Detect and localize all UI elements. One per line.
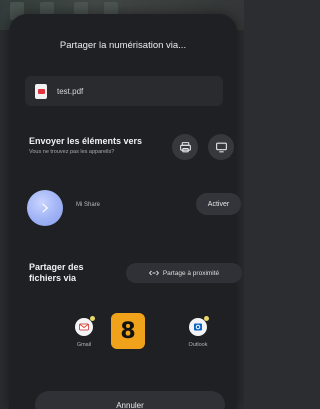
app-label: Outlook bbox=[188, 342, 208, 348]
screen: Partager la numérisation via... test.pdf… bbox=[0, 0, 244, 409]
app-outlook[interactable]: Outlook bbox=[178, 316, 218, 348]
app-label: Gmail bbox=[76, 342, 92, 348]
app-gmail[interactable]: Gmail bbox=[64, 316, 104, 348]
file-preview[interactable]: test.pdf bbox=[25, 76, 223, 106]
file-name: test.pdf bbox=[57, 86, 84, 96]
step-number-badge: 8 bbox=[111, 313, 145, 349]
share-files-title: Partager des fichiers via bbox=[29, 262, 84, 283]
send-to-subtitle[interactable]: Vous ne trouvez pas les appareils? bbox=[29, 149, 114, 155]
gmail-icon bbox=[75, 316, 95, 336]
nearby-share-label: Partage à proximité bbox=[162, 269, 220, 277]
print-button[interactable] bbox=[172, 134, 198, 160]
activate-button[interactable]: Activer bbox=[196, 193, 241, 215]
screen-cast-button[interactable] bbox=[208, 134, 234, 160]
sheet-title: Partager la numérisation via... bbox=[59, 40, 187, 51]
print-icon bbox=[179, 141, 191, 152]
send-to-title: Envoyer les éléments vers bbox=[29, 136, 143, 146]
share-sheet: Partager la numérisation via... test.pdf… bbox=[9, 14, 242, 409]
pdf-file-icon bbox=[35, 83, 47, 99]
mi-share-icon bbox=[42, 203, 49, 213]
cancel-button[interactable]: Annuler bbox=[35, 391, 225, 409]
mi-share-avatar bbox=[27, 190, 63, 226]
nearby-share-button[interactable]: Partage à proximité bbox=[126, 263, 242, 283]
outlook-icon bbox=[189, 316, 209, 336]
screen-cast-icon bbox=[215, 142, 227, 152]
mi-share-label: Mi Share bbox=[76, 202, 101, 208]
nearby-share-icon bbox=[148, 270, 159, 276]
